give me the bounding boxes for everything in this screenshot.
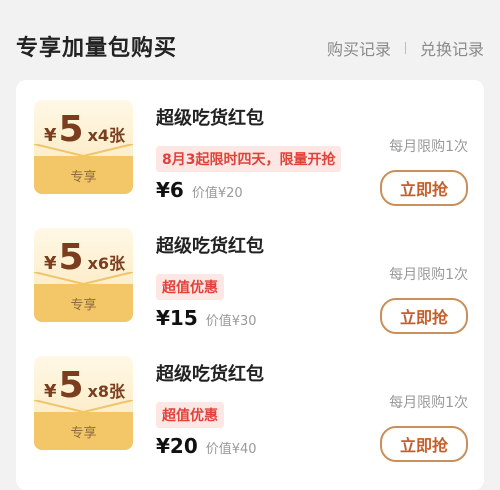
package-name: 超级吃货红包	[156, 236, 264, 257]
purchase-limit: 每月限购1次	[389, 395, 468, 411]
buy-now-button[interactable]: 立即抢	[380, 426, 468, 462]
promo-badge: 8月3起限时四天，限量开抢	[156, 146, 342, 172]
red-envelope-icon: ¥ 5 x4张 专享	[34, 100, 133, 194]
package-name: 超级吃货红包	[156, 108, 264, 129]
envelope-value: ¥ 5 x8张	[44, 365, 126, 406]
red-envelope-icon: ¥ 5 x6张 专享	[34, 228, 133, 322]
envelope-tag: 专享	[70, 170, 97, 185]
envelope-tag: 专享	[70, 298, 97, 313]
promo-badge: 超值优惠	[156, 402, 224, 428]
package-card: ¥ 5 x4张 专享 超级吃货红包 8月3起限时四天，限量开抢 ¥6 价值¥20…	[16, 80, 484, 490]
page-title: 专享加量包购买	[16, 36, 178, 61]
envelope-tag: 专享	[70, 426, 97, 441]
divider	[404, 42, 406, 54]
package-item: ¥ 5 x8张 专享 超级吃货红包 超值优惠 ¥20 价值¥40 每月限购1次 …	[16, 336, 484, 462]
purchase-history-link[interactable]: 购买记录	[327, 36, 391, 60]
envelope-value: ¥ 5 x6张	[44, 237, 126, 278]
price: ¥6	[156, 178, 184, 202]
purchase-limit: 每月限购1次	[389, 139, 468, 155]
original-price: 价值¥30	[205, 314, 257, 329]
envelope-value: ¥ 5 x4张	[44, 109, 126, 150]
promo-badge: 超值优惠	[156, 274, 224, 300]
price-row: ¥20 价值¥40	[156, 434, 257, 458]
buy-now-button[interactable]: 立即抢	[380, 298, 468, 334]
buy-now-button[interactable]: 立即抢	[380, 170, 468, 206]
price-row: ¥15 价值¥30	[156, 306, 257, 330]
package-item: ¥ 5 x6张 专享 超级吃货红包 超值优惠 ¥15 价值¥30 每月限购1次 …	[16, 208, 484, 334]
package-item: ¥ 5 x4张 专享 超级吃货红包 8月3起限时四天，限量开抢 ¥6 价值¥20…	[16, 80, 484, 206]
price-row: ¥6 价值¥20	[156, 178, 243, 202]
price: ¥15	[156, 306, 198, 330]
red-envelope-icon: ¥ 5 x8张 专享	[34, 356, 133, 450]
purchase-limit: 每月限购1次	[389, 267, 468, 283]
header-links: 购买记录 兑换记录	[327, 36, 484, 60]
package-name: 超级吃货红包	[156, 364, 264, 385]
original-price: 价值¥40	[205, 442, 257, 457]
redeem-history-link[interactable]: 兑换记录	[420, 36, 484, 60]
page-header: 专享加量包购买 购买记录 兑换记录	[0, 0, 500, 80]
price: ¥20	[156, 434, 198, 458]
original-price: 价值¥20	[191, 186, 243, 201]
